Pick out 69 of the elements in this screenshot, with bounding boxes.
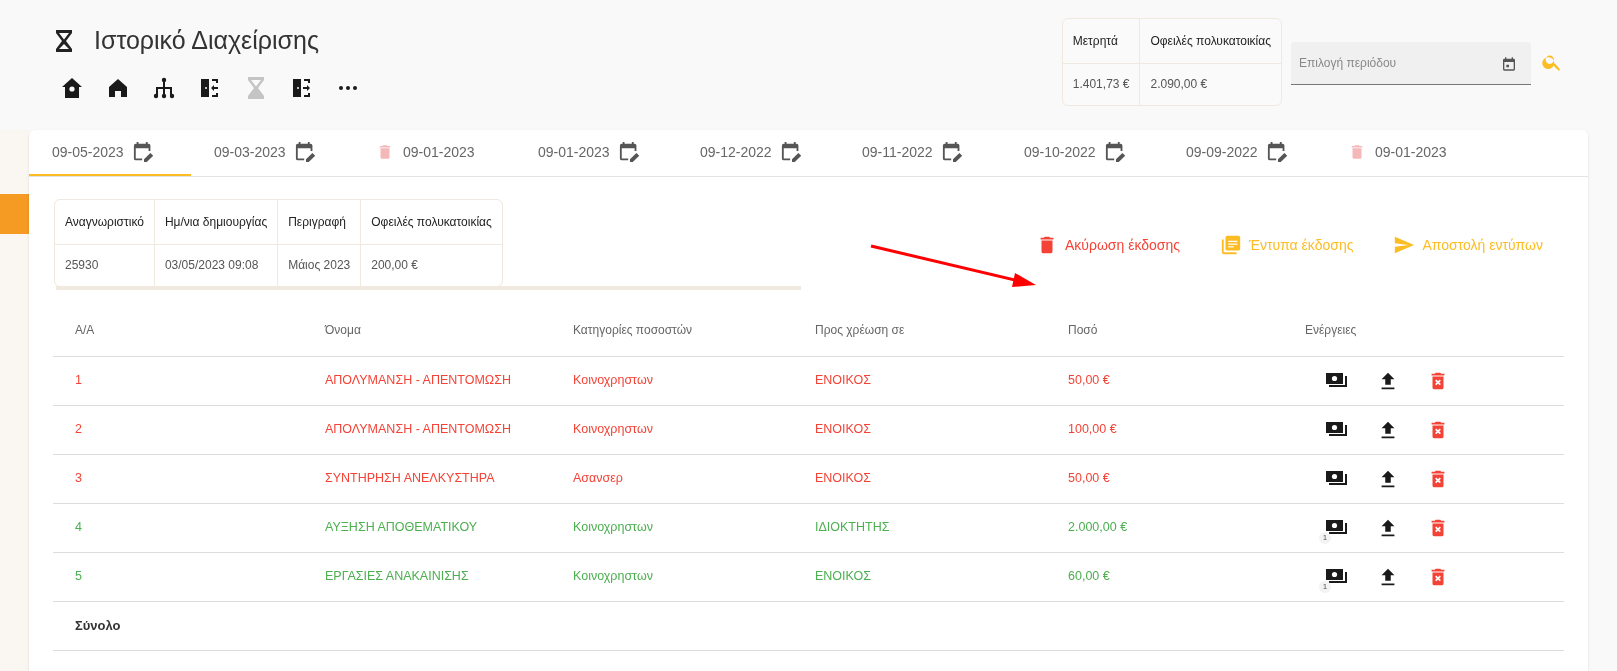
column-header: Ενέργειες xyxy=(1305,304,1564,356)
date-tab[interactable]: 09-11-2022 xyxy=(839,130,1001,176)
column-header: Ημ/νια δημιουργίας xyxy=(154,200,278,244)
calendar-edit-icon[interactable] xyxy=(1266,141,1289,163)
table-cell: Κοινοχρηστων xyxy=(573,405,815,454)
table-cell: ΑΥΞΗΣΗ ΑΠΟΘΕΜΑΤΙΚΟΥ xyxy=(325,503,573,552)
table-cell: 5 xyxy=(53,552,325,601)
table-cell: ΕΝΟΙΚΟΣ xyxy=(815,454,1068,503)
table-cell: 4 xyxy=(53,503,325,552)
total-label: Σύνολο xyxy=(53,601,325,650)
table-cell: Κοινοχρηστων xyxy=(573,552,815,601)
table-cell: 60,00 € xyxy=(1068,552,1305,601)
count-badge: 1 xyxy=(1319,580,1331,593)
pdf-icon xyxy=(1220,234,1242,256)
hierarchy-icon[interactable] xyxy=(152,75,176,100)
table-cell: 1 xyxy=(53,356,325,405)
column-header: Οφειλές πολυκατοικίας xyxy=(360,200,502,244)
table-cell: ΑΠΟΛΥΜΑΝΣΗ - ΑΠΕΝΤΟΜΩΣΗ xyxy=(325,356,573,405)
table-cell: 2.090,00 € xyxy=(1140,63,1281,105)
table-cell: ΕΝΟΙΚΟΣ xyxy=(815,405,1068,454)
calendar-edit-icon[interactable] xyxy=(780,141,803,163)
send-icon xyxy=(1393,234,1416,256)
column-header: Κατηγορίες ποσοστών xyxy=(573,304,815,356)
table-cell: ΑΠΟΛΥΜΑΝΣΗ - ΑΠΕΝΤΟΜΩΣΗ xyxy=(325,405,573,454)
page-title: Ιστορικό Διαχείρισης xyxy=(94,25,319,56)
calendar-edit-icon[interactable] xyxy=(132,141,155,163)
date-tab[interactable]: 09-03-2023 xyxy=(191,130,353,176)
column-header: Α/Α xyxy=(53,304,325,356)
column-header: Μετρητά xyxy=(1062,19,1140,63)
date-tab[interactable]: 09-01-2023 xyxy=(1325,130,1487,176)
table-cell: ΕΡΓΑΣΙΕΣ ΑΝΑΚΑΙΝΙΣΗΣ xyxy=(325,552,573,601)
date-tab[interactable]: 09-01-2023 xyxy=(353,130,515,176)
table-cell: 25930 xyxy=(55,244,155,286)
table-cell: Κοινοχρηστων xyxy=(573,356,815,405)
table-cell: ΕΝΟΙΚΟΣ xyxy=(815,552,1068,601)
date-tab[interactable]: 09-01-2023 xyxy=(515,130,677,176)
date-tab[interactable]: 09-05-2023 xyxy=(29,130,191,176)
table-cell: 100,00 € xyxy=(1068,405,1305,454)
table-cell: 50,00 € xyxy=(1068,356,1305,405)
calendar-edit-icon[interactable] xyxy=(618,141,641,163)
column-header: Περιγραφή xyxy=(277,200,361,244)
table-cell: 3 xyxy=(53,454,325,503)
calendar-edit-icon[interactable] xyxy=(941,141,964,163)
table-cell: Ασανσερ xyxy=(573,454,815,503)
column-header: Ποσό xyxy=(1068,304,1305,356)
column-header: Προς χρέωση σε xyxy=(815,304,1068,356)
calendar-edit-icon[interactable] xyxy=(1104,141,1127,163)
table-cell: 50,00 € xyxy=(1068,454,1305,503)
table-cell: ΕΝΟΙΚΟΣ xyxy=(815,356,1068,405)
table-cell: 2.000,00 € xyxy=(1068,503,1305,552)
side-tab-marker xyxy=(0,194,29,234)
table-cell: ΣΥΝΤΗΡΗΣΗ ΑΝΕΛΚΥΣΤΗΡΑ xyxy=(325,454,573,503)
table-cell: 2 xyxy=(53,405,325,454)
column-header: Όνομα xyxy=(325,304,573,356)
date-tab[interactable]: 09-09-2022 xyxy=(1163,130,1325,176)
period-field[interactable]: Επιλογή περιόδου xyxy=(1291,41,1531,85)
column-header: Αναγνωριστικό xyxy=(55,200,155,244)
date-tab[interactable]: 09-12-2022 xyxy=(677,130,839,176)
calendar-icon[interactable] xyxy=(1501,55,1517,72)
table-cell: 1.401,73 € xyxy=(1062,63,1140,105)
table-cell: ΙΔΙΟΚΤΗΤΗΣ xyxy=(815,503,1068,552)
table-cell: Κοινοχρηστων xyxy=(573,503,815,552)
date-tab[interactable]: 09-10-2022 xyxy=(1001,130,1163,176)
building-icon[interactable] xyxy=(60,75,84,100)
count-badge: 1 xyxy=(1319,531,1331,544)
calendar-edit-icon[interactable] xyxy=(294,141,317,163)
hourglass-icon xyxy=(54,28,74,53)
column-header: Οφειλές πολυκατοικίας xyxy=(1140,19,1281,63)
action-button[interactable]: Ακύρωση έκδοσης xyxy=(1035,234,1180,256)
